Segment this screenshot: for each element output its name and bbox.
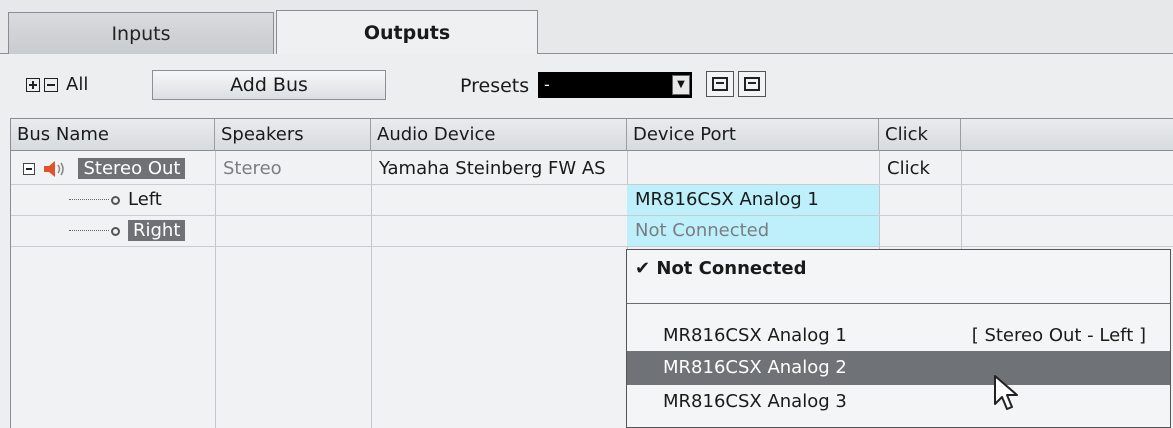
store-preset-icon[interactable] (706, 71, 734, 97)
all-label: All (66, 74, 89, 95)
remove-preset-icon[interactable] (738, 71, 766, 97)
chevron-down-icon[interactable]: ▼ (672, 75, 690, 95)
header-click[interactable]: Click (879, 119, 961, 151)
collapse-all-icon[interactable] (44, 77, 58, 92)
menu-item-analog-2[interactable]: MR816CSX Analog 2 (627, 351, 1170, 385)
checkmark-icon: ✔ (635, 258, 651, 279)
presets-label: Presets (460, 75, 530, 97)
channel-name: Right (128, 220, 186, 241)
channel-pin-icon (111, 195, 120, 205)
collapse-icon[interactable] (23, 163, 35, 175)
tree-connector (69, 230, 109, 232)
tab-inputs-label: Inputs (111, 22, 171, 45)
menu-item-not-connected[interactable]: ✔ Not Connected (627, 252, 1170, 286)
channel-name: Left (128, 189, 162, 210)
header-speakers[interactable]: Speakers (215, 119, 371, 151)
menu-item-analog-3[interactable]: MR816CSX Analog 3 (627, 385, 1170, 419)
expand-all-icon[interactable] (26, 77, 40, 92)
header-bus-name[interactable]: Bus Name (11, 119, 215, 151)
speakers-cell[interactable]: Stereo (215, 154, 371, 184)
bus-name: Stereo Out (78, 158, 186, 179)
device-port-cell[interactable]: Not Connected (627, 216, 879, 246)
device-port-value: Not Connected (627, 216, 879, 246)
menu-item-label: MR816CSX Analog 1 (663, 325, 847, 346)
add-bus-button[interactable]: Add Bus (152, 70, 386, 100)
menu-item-assignment: [ Stereo Out - Left ] (971, 325, 1146, 346)
menu-item-label: MR816CSX Analog 3 (663, 391, 847, 412)
device-port-dropdown: ✔ Not Connected MR816CSX Analog 1 [ Ster… (626, 249, 1171, 428)
presets-select[interactable]: - ▼ (538, 72, 692, 98)
tab-outputs-label: Outputs (363, 21, 451, 44)
bus-name-cell[interactable]: Left (11, 185, 215, 215)
speaker-icon (43, 161, 64, 177)
channel-pin-icon (111, 226, 120, 236)
bus-name-cell[interactable]: Stereo Out (11, 154, 215, 184)
table-row[interactable]: Left MR816CSX Analog 1 (11, 185, 1173, 216)
expand-collapse-all: All (26, 74, 88, 95)
header-device-port[interactable]: Device Port (627, 119, 879, 151)
table-row[interactable]: Right Not Connected (11, 216, 1173, 247)
tree-connector (69, 199, 109, 201)
menu-item-label: Not Connected (656, 258, 807, 279)
add-bus-label: Add Bus (230, 74, 308, 96)
header-audio-device[interactable]: Audio Device (371, 119, 627, 151)
tab-outputs[interactable]: Outputs (276, 10, 538, 54)
device-port-cell[interactable] (627, 154, 879, 184)
device-port-cell[interactable]: MR816CSX Analog 1 (627, 185, 879, 215)
tab-bar: Inputs Outputs (0, 0, 1173, 54)
toolbar: All Add Bus Presets - ▼ (0, 54, 1173, 118)
tab-inputs[interactable]: Inputs (8, 12, 274, 54)
mouse-cursor-icon (994, 375, 1018, 410)
presets-value: - (544, 75, 550, 94)
bus-name-cell[interactable]: Right (11, 216, 215, 246)
click-cell[interactable]: Click (879, 154, 961, 184)
device-port-value: MR816CSX Analog 1 (627, 185, 879, 215)
audio-device-cell[interactable]: Yamaha Steinberg FW AS (371, 154, 627, 184)
menu-separator (627, 303, 1170, 304)
table-header: Bus Name Speakers Audio Device Device Po… (11, 118, 1173, 151)
menu-item-analog-1[interactable]: MR816CSX Analog 1 [ Stereo Out - Left ] (627, 319, 1170, 353)
menu-item-label: MR816CSX Analog 2 (663, 357, 847, 378)
table-row[interactable]: Stereo Out Stereo Yamaha Steinberg FW AS… (11, 154, 1173, 185)
